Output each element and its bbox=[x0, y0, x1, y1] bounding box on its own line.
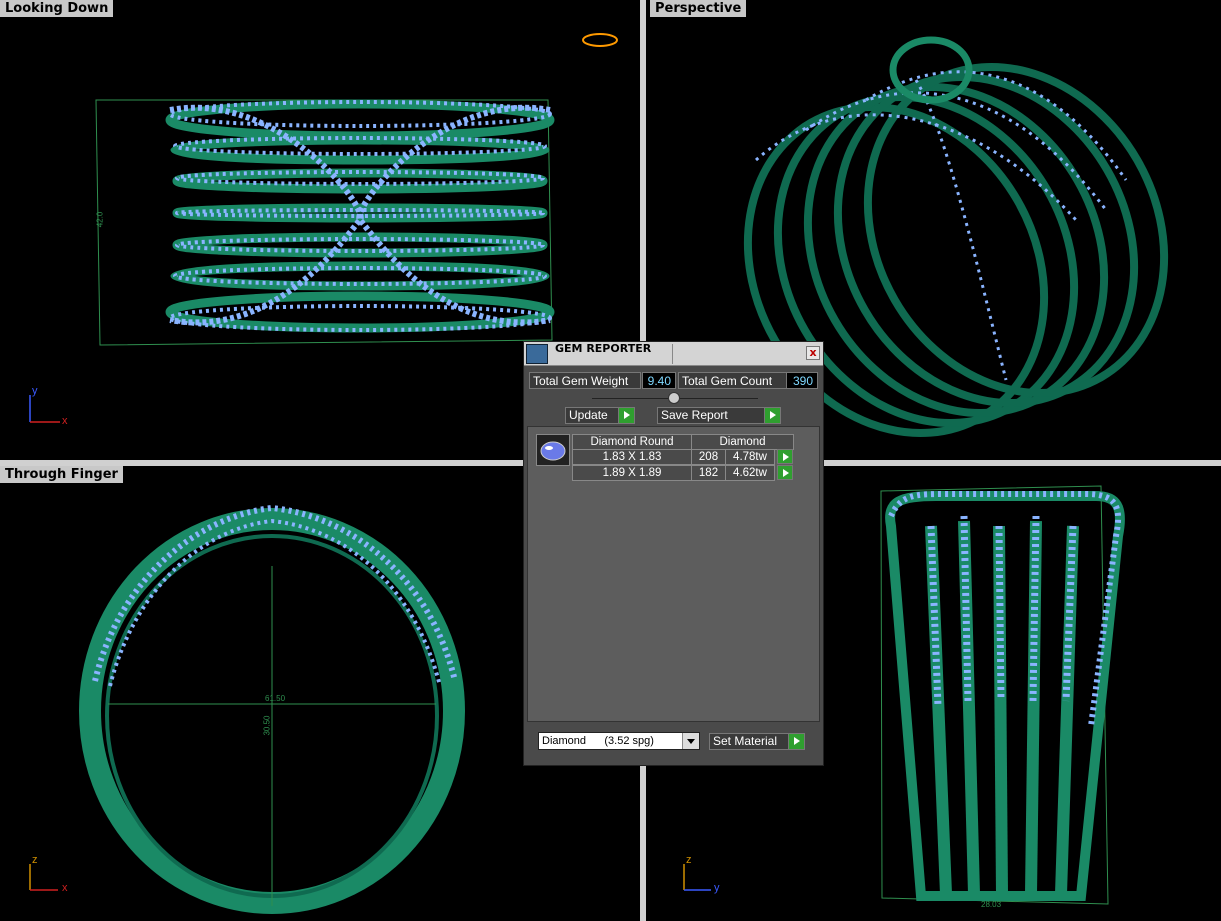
total-gem-count-label: Total Gem Count bbox=[678, 372, 788, 389]
axis-label-x: x bbox=[62, 882, 68, 894]
viewport-label: Through Finger bbox=[0, 466, 123, 483]
gem-reporter-title: GEM REPORTER bbox=[555, 342, 652, 355]
chevron-down-icon[interactable] bbox=[682, 733, 699, 749]
gem-reporter-panel: GEM REPORTER x Total Gem Weight 9.40 Tot… bbox=[523, 341, 824, 766]
gem-count: 182 bbox=[691, 465, 726, 481]
material-select[interactable]: Diamond (3.52 spg) bbox=[538, 732, 700, 750]
play-icon bbox=[788, 734, 804, 749]
gem-reporter-icon bbox=[526, 344, 548, 364]
axis-label-z: z bbox=[32, 854, 38, 866]
viewport-label: Looking Down bbox=[0, 0, 114, 17]
collapse-toggle-icon[interactable] bbox=[668, 392, 680, 404]
save-report-button[interactable]: Save Report bbox=[657, 407, 781, 424]
gem-weight: 4.78tw bbox=[725, 449, 775, 465]
viewport-label: Perspective bbox=[650, 0, 747, 17]
gem-count: 208 bbox=[691, 449, 726, 465]
set-material-button[interactable]: Set Material bbox=[709, 733, 805, 750]
dimension-label: 42.0 bbox=[95, 211, 105, 228]
column-header-cut: Diamond Round bbox=[572, 434, 692, 450]
dimension-label-horizontal: 61.50 bbox=[265, 694, 286, 703]
play-icon bbox=[764, 408, 780, 423]
select-row-button[interactable] bbox=[777, 449, 793, 464]
axis-label-x: x bbox=[62, 415, 68, 427]
column-header-material: Diamond bbox=[691, 434, 794, 450]
gem-size: 1.89 X 1.89 bbox=[572, 465, 692, 481]
update-button-label: Update bbox=[569, 408, 608, 422]
material-select-value: Diamond (3.52 spg) bbox=[542, 735, 654, 747]
axis-label-y: y bbox=[32, 385, 38, 397]
dimension-label: 28.03 bbox=[981, 900, 1002, 909]
set-material-button-label: Set Material bbox=[713, 734, 778, 748]
dimension-label-vertical: 30.50 bbox=[262, 715, 272, 736]
save-report-button-label: Save Report bbox=[661, 408, 728, 422]
gem-size: 1.83 X 1.83 bbox=[572, 449, 692, 465]
titlebar-separator bbox=[672, 344, 673, 364]
round-diamond-icon[interactable] bbox=[536, 434, 570, 466]
update-button[interactable]: Update bbox=[565, 407, 635, 424]
total-gem-count-value: 390 bbox=[786, 372, 818, 389]
gem-list: Diamond Round Diamond 1.83 X 1.83 208 4.… bbox=[527, 426, 820, 722]
select-row-button[interactable] bbox=[777, 465, 793, 480]
play-icon bbox=[618, 408, 634, 423]
axis-label-z: z bbox=[686, 854, 692, 866]
gem-weight: 4.62tw bbox=[725, 465, 775, 481]
axis-label-y: y bbox=[714, 882, 720, 894]
close-icon[interactable]: x bbox=[806, 346, 820, 360]
total-gem-weight-value: 9.40 bbox=[642, 372, 676, 389]
total-gem-weight-label: Total Gem Weight bbox=[529, 372, 641, 389]
gem-reporter-titlebar[interactable]: GEM REPORTER x bbox=[524, 342, 823, 366]
